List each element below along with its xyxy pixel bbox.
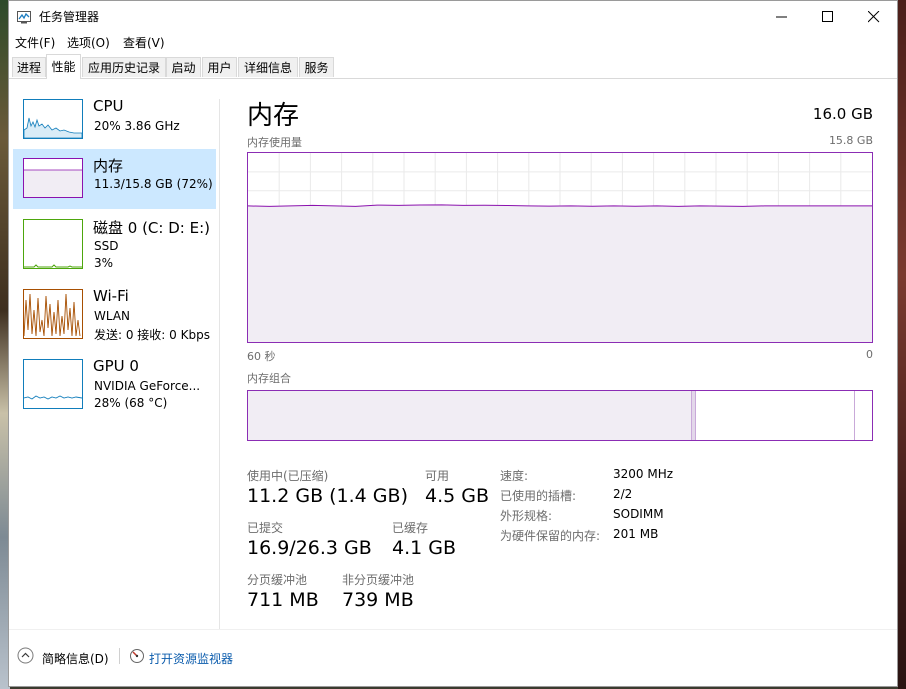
- composition-modified: [691, 391, 696, 440]
- minimize-icon: [776, 16, 787, 18]
- sidebar-wifi-throughput: 发送: 0 接收: 0 Kbps: [94, 328, 210, 342]
- tab-performance[interactable]: 性能: [46, 54, 81, 79]
- cpu-mini-graph: [23, 99, 83, 139]
- sidebar-memory-detail: 11.3/15.8 GB (72%): [94, 177, 213, 191]
- in-use-value: 11.2 GB (1.4 GB): [247, 485, 408, 507]
- menu-options[interactable]: 选项(O): [67, 34, 110, 51]
- sidebar-gpu-usage: 28% (68 °C): [94, 396, 168, 410]
- spec-reserved-label: 为硬件保留的内存:: [500, 529, 601, 543]
- composition-standby-divider: [854, 391, 855, 440]
- sidebar-gpu-model: NVIDIA GeForce...: [94, 379, 201, 393]
- maximize-button[interactable]: [805, 1, 851, 32]
- tab-users[interactable]: 用户: [202, 57, 237, 77]
- tab-bar: 进程 性能 应用历史记录 启动 用户 详细信息 服务: [9, 54, 897, 79]
- nonpaged-pool-value: 739 MB: [342, 589, 414, 611]
- window-title: 任务管理器: [39, 10, 100, 24]
- open-resource-monitor-link[interactable]: 打开资源监视器: [149, 650, 233, 667]
- memory-usage-max: 15.8 GB: [828, 134, 873, 147]
- sidebar-item-gpu[interactable]: GPU 0 NVIDIA GeForce... 28% (68 °C): [13, 357, 216, 415]
- maximize-icon: [822, 11, 833, 22]
- disk-mini-graph: [23, 219, 83, 269]
- paged-pool-label: 分页缓冲池: [247, 573, 308, 587]
- available-value: 4.5 GB: [425, 485, 490, 507]
- tab-services[interactable]: 服务: [299, 57, 334, 77]
- sidebar-divider: [219, 99, 220, 629]
- minimize-button[interactable]: [759, 1, 805, 32]
- sidebar-disk-type: SSD: [94, 239, 119, 253]
- memory-usage-label: 内存使用量: [247, 136, 302, 149]
- menu-bar: 文件(F) 选项(O) 查看(V): [9, 32, 897, 52]
- menu-file[interactable]: 文件(F): [15, 34, 55, 51]
- sidebar-item-cpu[interactable]: CPU 20% 3.86 GHz: [13, 97, 216, 155]
- in-use-label: 使用中(已压缩): [247, 469, 329, 483]
- sidebar-cpu-detail: 20% 3.86 GHz: [94, 119, 180, 133]
- sidebar-item-disk[interactable]: 磁盘 0 (C: D: E:) SSD 3%: [13, 217, 216, 275]
- spec-speed-label: 速度:: [500, 469, 529, 483]
- graph-time-end: 0: [866, 348, 873, 361]
- collapse-chevron-icon[interactable]: [17, 647, 34, 664]
- tab-startup[interactable]: 启动: [166, 57, 201, 77]
- task-manager-window: 任务管理器 文件(F) 选项(O) 查看(V) 进程 性能 应用历史记录 启动 …: [8, 0, 898, 687]
- sidebar-item-wifi[interactable]: Wi-Fi WLAN 发送: 0 接收: 0 Kbps: [13, 287, 216, 345]
- tab-details[interactable]: 详细信息: [238, 57, 298, 77]
- desktop-background-right: [898, 0, 906, 689]
- committed-label: 已提交: [247, 521, 284, 535]
- memory-total-capacity: 16.0 GB: [812, 105, 873, 123]
- footer-separator: [119, 648, 120, 664]
- spec-form-factor-label: 外形规格:: [500, 509, 553, 523]
- committed-value: 16.9/26.3 GB: [247, 537, 372, 559]
- performance-sidebar: CPU 20% 3.86 GHz 内存 11.3/15.8 GB (72%) 磁…: [9, 79, 220, 629]
- close-icon: [868, 11, 880, 23]
- available-label: 可用: [425, 469, 450, 483]
- memory-usage-graph: [247, 152, 873, 343]
- task-manager-app-icon: [17, 9, 31, 24]
- wifi-mini-graph: [23, 289, 83, 339]
- memory-composition-label: 内存组合: [247, 372, 291, 385]
- gpu-mini-graph: [23, 359, 83, 409]
- cached-value: 4.1 GB: [392, 537, 457, 559]
- sidebar-wifi-adapter: WLAN: [94, 309, 131, 323]
- sidebar-cpu-title: CPU: [93, 97, 124, 115]
- title-bar[interactable]: 任务管理器: [9, 1, 897, 32]
- memory-usage-area: [248, 204, 872, 342]
- footer-bar: 简略信息(D) 打开资源监视器: [9, 629, 897, 687]
- sidebar-disk-title: 磁盘 0 (C: D: E:): [93, 219, 210, 237]
- less-details-button[interactable]: 简略信息(D): [42, 650, 109, 667]
- graph-time-start: 60 秒: [247, 350, 276, 363]
- nonpaged-pool-label: 非分页缓冲池: [342, 573, 415, 587]
- sidebar-disk-usage: 3%: [94, 256, 114, 270]
- tab-processes[interactable]: 进程: [12, 57, 46, 77]
- memory-composition-bar: [247, 390, 873, 441]
- tab-app-history[interactable]: 应用历史记录: [82, 57, 166, 77]
- close-button[interactable]: [851, 1, 897, 32]
- paged-pool-value: 711 MB: [247, 589, 319, 611]
- resource-monitor-icon: [129, 648, 145, 664]
- cached-label: 已缓存: [392, 521, 429, 535]
- sidebar-item-memory[interactable]: 内存 11.3/15.8 GB (72%): [13, 149, 216, 209]
- spec-reserved-value: 201 MB: [613, 527, 659, 541]
- sidebar-wifi-title: Wi-Fi: [93, 287, 129, 305]
- page-title: 内存: [247, 101, 300, 131]
- memory-mini-graph: [23, 158, 83, 198]
- spec-slots-label: 已使用的插槽:: [500, 489, 577, 503]
- menu-view[interactable]: 查看(V): [123, 34, 165, 51]
- sidebar-gpu-title: GPU 0: [93, 357, 139, 375]
- spec-slots-value: 2/2: [613, 487, 633, 501]
- sidebar-memory-title: 内存: [93, 157, 124, 175]
- composition-in-use: [248, 391, 691, 440]
- spec-form-factor-value: SODIMM: [613, 507, 664, 521]
- spec-speed-value: 3200 MHz: [613, 467, 674, 481]
